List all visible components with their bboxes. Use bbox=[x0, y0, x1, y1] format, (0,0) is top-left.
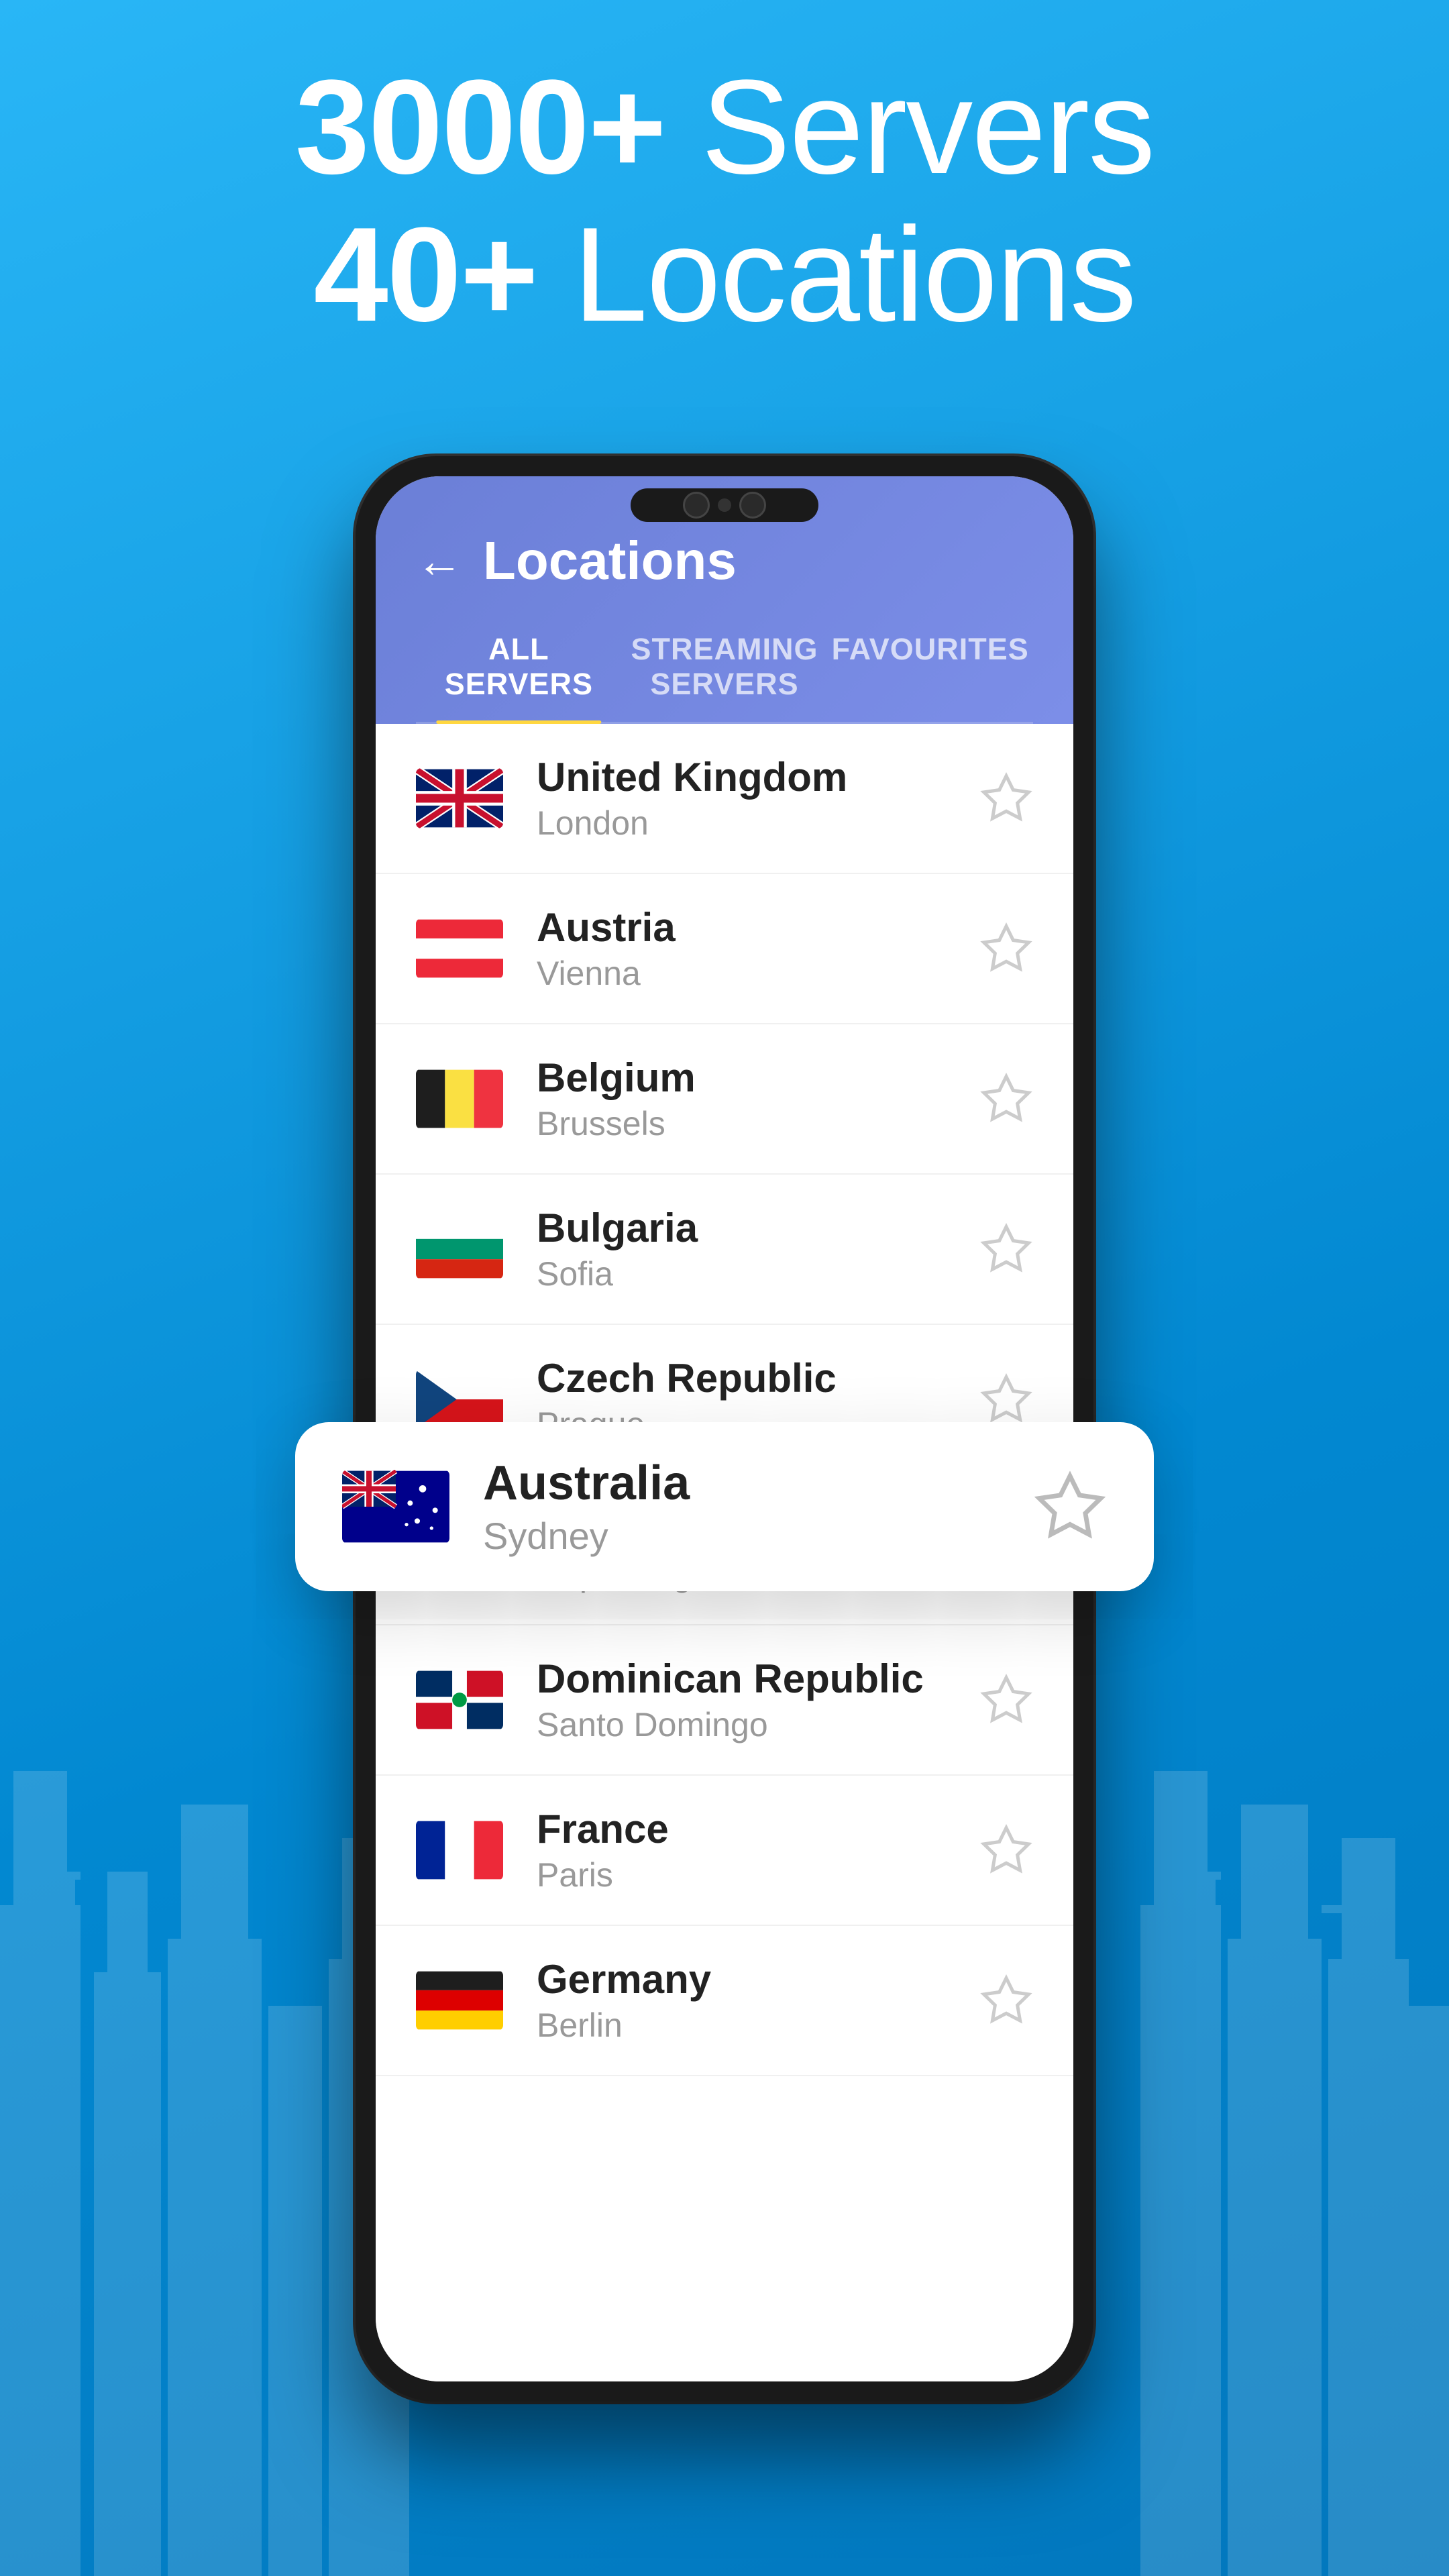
back-button[interactable]: ← bbox=[416, 534, 463, 588]
flag-uk bbox=[416, 768, 503, 828]
country-name-france: France bbox=[537, 1806, 979, 1852]
city-name-australia: Sydney bbox=[483, 1514, 1033, 1558]
headline-normal2: Locations bbox=[537, 200, 1136, 350]
camera-icon-2 bbox=[739, 492, 766, 519]
headline-line1: 3000+ Servers bbox=[0, 54, 1449, 201]
favourite-star-uk[interactable] bbox=[979, 771, 1033, 825]
favourite-star-belgium[interactable] bbox=[979, 1072, 1033, 1126]
headline: 3000+ Servers 40+ Locations bbox=[0, 54, 1449, 349]
tab-favourites[interactable]: FAVOURITES bbox=[827, 619, 1033, 722]
country-info-bulgaria: Bulgaria Sofia bbox=[537, 1205, 979, 1293]
country-name-czech: Czech Republic bbox=[537, 1355, 979, 1401]
country-info-germany: Germany Berlin bbox=[537, 1956, 979, 2045]
country-name-dominican: Dominican Republic bbox=[537, 1656, 979, 1702]
country-info-france: France Paris bbox=[537, 1806, 979, 1894]
flag-france bbox=[416, 1820, 503, 1880]
country-info-dominican: Dominican Republic Santo Domingo bbox=[537, 1656, 979, 1744]
phone-notch bbox=[631, 488, 818, 522]
flag-czech bbox=[416, 1369, 503, 1430]
headline-normal1: Servers bbox=[665, 52, 1155, 202]
city-name-dominican: Santo Domingo bbox=[537, 1705, 979, 1744]
tab-streaming-servers[interactable]: STREAMINGSERVERS bbox=[622, 619, 828, 722]
country-info-belgium: Belgium Brussels bbox=[537, 1055, 979, 1143]
tabs-row: ALLSERVERS STREAMINGSERVERS FAVOURITES bbox=[416, 619, 1033, 724]
floating-card-australia[interactable]: Australia Sydney bbox=[295, 1422, 1154, 1591]
favourite-star-dominican[interactable] bbox=[979, 1673, 1033, 1727]
city-name-germany: Berlin bbox=[537, 2006, 979, 2045]
server-item-dominican[interactable]: Dominican Republic Santo Domingo bbox=[376, 1625, 1073, 1776]
server-item-germany[interactable]: Germany Berlin bbox=[376, 1926, 1073, 2076]
headline-bold2: 40+ bbox=[314, 200, 537, 350]
headline-line2: 40+ Locations bbox=[0, 201, 1449, 349]
flag-belgium bbox=[416, 1069, 503, 1129]
city-name-belgium: Brussels bbox=[537, 1104, 979, 1143]
camera-icon bbox=[683, 492, 710, 519]
favourite-star-czech[interactable] bbox=[979, 1373, 1033, 1426]
server-item-uk[interactable]: United Kingdom London bbox=[376, 724, 1073, 874]
city-name-bulgaria: Sofia bbox=[537, 1254, 979, 1293]
phone-mockup: ← Locations ALLSERVERS STREAMINGSERVERS … bbox=[356, 456, 1093, 2402]
app-title: Locations bbox=[483, 530, 737, 592]
country-name-austria: Austria bbox=[537, 904, 979, 951]
country-info-australia: Australia Sydney bbox=[483, 1456, 1033, 1558]
app-title-row: ← Locations bbox=[416, 530, 1033, 592]
country-name-australia: Australia bbox=[483, 1456, 1033, 1511]
server-item-belgium[interactable]: Belgium Brussels bbox=[376, 1024, 1073, 1175]
server-item-austria[interactable]: Austria Vienna bbox=[376, 874, 1073, 1024]
headline-bold1: 3000+ bbox=[295, 52, 665, 202]
favourite-star-germany[interactable] bbox=[979, 1974, 1033, 2027]
server-item-bulgaria[interactable]: Bulgaria Sofia bbox=[376, 1175, 1073, 1325]
flag-germany bbox=[416, 1970, 503, 2031]
city-name-austria: Vienna bbox=[537, 954, 979, 993]
favourite-star-bulgaria[interactable] bbox=[979, 1222, 1033, 1276]
country-name-bulgaria: Bulgaria bbox=[537, 1205, 979, 1251]
country-name-uk: United Kingdom bbox=[537, 754, 979, 800]
country-name-belgium: Belgium bbox=[537, 1055, 979, 1101]
flag-bulgaria bbox=[416, 1219, 503, 1279]
country-info-uk: United Kingdom London bbox=[537, 754, 979, 843]
tab-all-servers[interactable]: ALLSERVERS bbox=[416, 619, 622, 722]
server-item-france[interactable]: France Paris bbox=[376, 1776, 1073, 1926]
country-info-austria: Austria Vienna bbox=[537, 904, 979, 993]
flag-austria bbox=[416, 918, 503, 979]
flag-australia bbox=[342, 1470, 449, 1544]
favourite-star-australia[interactable] bbox=[1033, 1470, 1107, 1544]
country-name-germany: Germany bbox=[537, 1956, 979, 2002]
city-name-uk: London bbox=[537, 804, 979, 843]
favourite-star-france[interactable] bbox=[979, 1823, 1033, 1877]
favourite-star-austria[interactable] bbox=[979, 922, 1033, 975]
city-name-france: Paris bbox=[537, 1856, 979, 1894]
sensor-icon bbox=[718, 498, 731, 512]
flag-dominican bbox=[416, 1670, 503, 1730]
